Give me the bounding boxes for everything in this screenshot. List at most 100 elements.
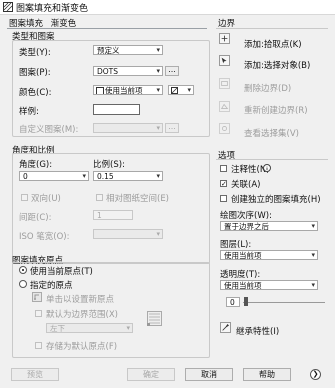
transparency-slider-thumb[interactable] (244, 297, 248, 306)
iso-width-label: ISO 笔宽(O): (19, 232, 70, 242)
add-pick-points-button[interactable]: 添加:拾取点(K) (244, 38, 302, 50)
pattern-browse-label: ... (168, 65, 176, 74)
origin-position-value: 左下 (50, 324, 65, 333)
color-label: 颜色(C): (19, 88, 52, 98)
scale-select[interactable]: 0.15 ▾ (93, 171, 163, 181)
remove-boundaries-icon[interactable] (219, 78, 230, 89)
layer-value: 使用当前项 (224, 251, 262, 260)
layer-select[interactable]: 使用当前项 ▾ (220, 250, 318, 260)
scale-value: 0.15 (97, 172, 114, 181)
separate-hatches-label: 创建独立的图案填充(H) (231, 195, 321, 205)
inherit-properties-button[interactable]: 继承特性(I) (236, 325, 279, 337)
hatch-app-icon (3, 2, 13, 12)
help-button[interactable]: 帮助 (243, 368, 291, 381)
color-value: 使用当前项 (105, 86, 143, 95)
custom-pattern-browse-button[interactable]: ... (165, 123, 179, 133)
associative-label: 关联(A) (231, 180, 261, 190)
angle-select[interactable]: 0 ▾ (19, 171, 89, 181)
swatch-label: 样例: (19, 107, 39, 117)
chevron-down-icon: ▾ (156, 172, 160, 180)
separate-hatches-checkbox[interactable] (220, 195, 227, 202)
transparency-number-input[interactable]: 0 (226, 297, 240, 307)
transparency-label: 透明度(T): (220, 270, 261, 280)
type-label: 类型(Y): (19, 48, 51, 58)
cancel-label: 取消 (201, 370, 217, 379)
origin-preview-icon (147, 311, 162, 326)
chevron-down-icon: ▾ (156, 124, 160, 132)
preview-label: 预览 (27, 370, 43, 379)
chevron-down-icon: ▾ (82, 172, 86, 180)
click-set-origin-label: 单击以设置新原点 (46, 295, 115, 305)
chevron-down-icon: ▾ (156, 46, 160, 54)
default-boundary-label: 默认为边界范围(X) (46, 310, 118, 320)
annotation-info-icon[interactable] (263, 164, 271, 172)
add-select-objects-button[interactable]: 添加:选择对象(B) (244, 59, 310, 71)
view-selections-button[interactable]: 查看选择集(V) (244, 127, 299, 139)
pattern-value: DOTS (97, 67, 119, 76)
tab-divider (7, 28, 207, 29)
angle-value: 0 (23, 172, 28, 181)
custom-pattern-browse-label: ... (168, 122, 176, 131)
color-swatch-icon (96, 87, 104, 94)
transparency-select[interactable]: 使用当前项 ▾ (220, 280, 318, 290)
pattern-label: 图案(P): (19, 68, 51, 78)
window-title: 图案填充和渐变色 (16, 4, 89, 14)
iso-width-select[interactable]: ▾ (93, 229, 163, 239)
inherit-properties-icon[interactable] (220, 322, 231, 333)
layer-label: 图层(L): (220, 240, 252, 250)
more-options-button[interactable]: ❯ (310, 369, 321, 380)
set-origin-icon[interactable] (32, 292, 42, 302)
chevron-down-icon: ▾ (126, 324, 130, 332)
options-divider (216, 159, 328, 160)
ok-button[interactable]: 确定 (127, 368, 175, 381)
pattern-select[interactable]: DOTS ▾ (93, 66, 163, 76)
use-current-origin-radio[interactable] (19, 266, 27, 274)
angle-label: 角度(G): (19, 160, 53, 170)
specified-origin-radio[interactable] (19, 280, 27, 288)
spacing-input[interactable]: 1 (93, 210, 133, 220)
double-label: 双向(U) (31, 194, 61, 204)
chevron-down-icon: ▾ (187, 86, 191, 94)
background-color-select[interactable]: ▾ (168, 85, 194, 95)
origin-position-select[interactable]: 左下 ▾ (46, 323, 133, 333)
transparency-number: 0 (230, 298, 235, 307)
ok-label: 确定 (143, 370, 159, 379)
help-label: 帮助 (259, 370, 275, 379)
draw-order-label: 绘图次序(W): (220, 211, 272, 221)
preview-button[interactable]: 预览 (11, 368, 59, 381)
chevron-down-icon: ▾ (156, 230, 160, 238)
store-default-origin-label: 存储为默认原点(F) (46, 342, 118, 352)
chevron-down-icon: ▾ (156, 86, 160, 94)
draw-order-select[interactable]: 置于边界之后 ▾ (220, 221, 318, 231)
transparency-value: 使用当前项 (224, 281, 262, 290)
custom-pattern-label: 自定义图案(M): (19, 125, 79, 135)
pattern-swatch-preview[interactable] (93, 104, 140, 115)
relative-paper-label: 相对图纸空间(E) (106, 194, 170, 204)
spacing-label: 间距(C): (19, 213, 52, 223)
select-objects-icon[interactable] (219, 55, 230, 66)
spacing-value: 1 (97, 211, 102, 220)
color-select[interactable]: 使用当前项 ▾ (93, 85, 163, 95)
annotative-checkbox[interactable] (220, 165, 227, 172)
cancel-button[interactable]: 取消 (185, 368, 233, 381)
specified-origin-label: 指定的原点 (30, 281, 73, 291)
relative-paper-checkbox[interactable] (96, 194, 103, 201)
boundaries-divider (216, 28, 328, 29)
associative-checkbox[interactable]: ✓ (220, 180, 227, 188)
custom-pattern-select[interactable]: ▾ (93, 123, 163, 133)
chevron-down-icon: ▾ (311, 251, 315, 259)
default-boundary-checkbox[interactable] (35, 310, 42, 317)
chevron-down-icon: ▾ (311, 281, 315, 289)
transparency-slider-track[interactable] (243, 302, 325, 303)
double-checkbox[interactable] (21, 194, 28, 201)
store-default-origin-checkbox[interactable] (35, 342, 42, 349)
recreate-boundary-icon[interactable] (219, 101, 230, 112)
draw-order-value: 置于边界之后 (224, 222, 269, 231)
remove-boundaries-button[interactable]: 删除边界(D) (244, 82, 291, 94)
pick-points-icon[interactable] (219, 33, 230, 44)
type-select[interactable]: 预定义 ▾ (93, 45, 163, 55)
recreate-boundary-button[interactable]: 重新创建边界(R) (244, 104, 308, 116)
pattern-browse-button[interactable]: ... (165, 66, 179, 76)
view-selections-icon[interactable] (219, 123, 230, 134)
chevron-down-icon: ▾ (311, 222, 315, 230)
